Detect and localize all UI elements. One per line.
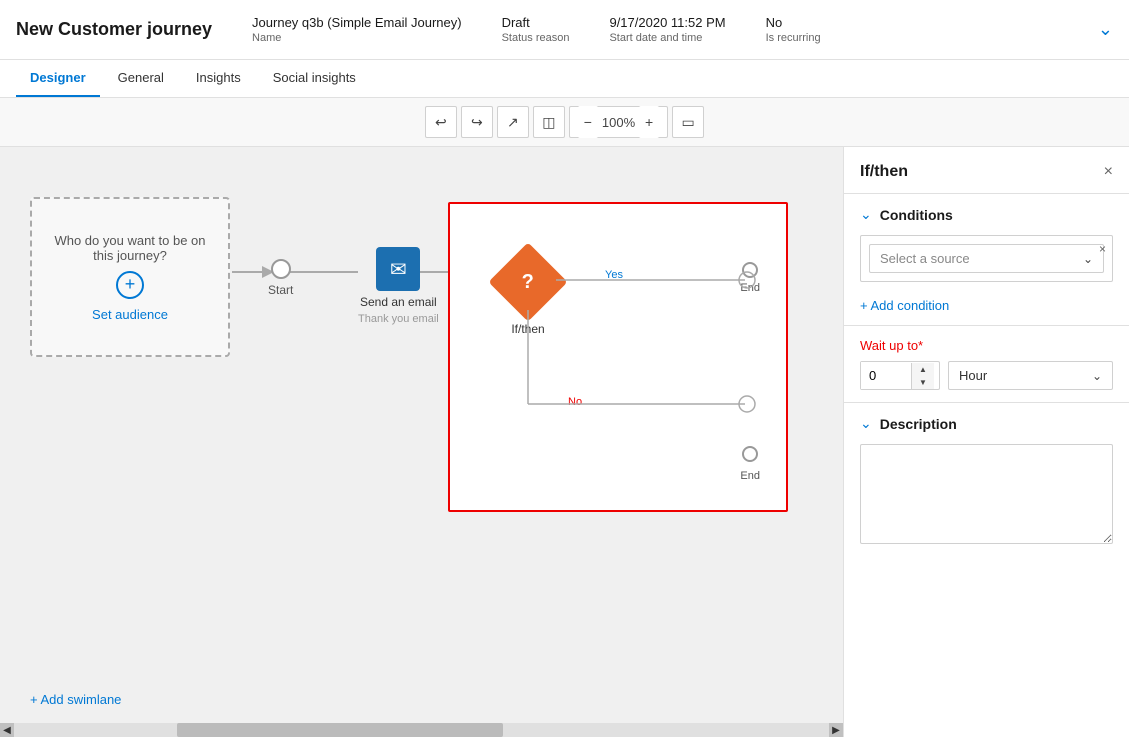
wait-label: Wait up to*: [860, 338, 1113, 353]
start-datetime-label: Start date and time: [609, 32, 725, 44]
ifthen-container[interactable]: Yes End No End ? If/then: [448, 202, 788, 512]
select-source-chevron-icon: ⌄: [1083, 252, 1093, 266]
add-condition-button[interactable]: + Add condition: [860, 298, 949, 313]
wait-unit-chevron-icon: ⌄: [1092, 369, 1102, 383]
undo-button[interactable]: ↩: [425, 106, 457, 138]
condition-card-close-button[interactable]: ×: [1099, 242, 1106, 256]
header-chevron-down-icon[interactable]: ⌄: [1098, 19, 1113, 40]
status-meta: Draft Status reason: [502, 15, 570, 44]
panel-close-button[interactable]: ×: [1104, 163, 1113, 181]
wait-increment-button[interactable]: ▲: [912, 363, 934, 376]
main-area: Who do you want to be on this journey? +…: [0, 147, 1129, 737]
description-section-title: Description: [880, 416, 957, 432]
zoom-control: − 100% +: [569, 106, 668, 138]
wait-number-input[interactable]: [861, 362, 911, 389]
tab-insights[interactable]: Insights: [182, 60, 255, 97]
status-value: Draft: [502, 15, 570, 30]
description-textarea[interactable]: [860, 444, 1113, 544]
journey-canvas[interactable]: Who do you want to be on this journey? +…: [0, 147, 843, 737]
yes-end-label: End: [740, 282, 760, 294]
description-section-header[interactable]: ⌄ Description: [844, 403, 1129, 444]
layout-button[interactable]: ◫: [533, 106, 565, 138]
condition-card: × Select a source ⌄: [860, 235, 1113, 282]
header-meta: Journey q3b (Simple Email Journey) Name …: [252, 15, 1098, 44]
wait-number-input-container: ▲ ▼: [860, 361, 940, 390]
add-condition-container: + Add condition: [844, 294, 1129, 325]
set-audience-link[interactable]: Set audience: [92, 307, 168, 322]
tab-social-insights[interactable]: Social insights: [259, 60, 370, 97]
email-node-label: Send an email: [360, 295, 437, 309]
start-datetime-meta: 9/17/2020 11:52 PM Start date and time: [609, 15, 725, 44]
wait-unit-dropdown[interactable]: Hour ⌄: [948, 361, 1113, 390]
zoom-fit-button[interactable]: ↗: [497, 106, 529, 138]
conditions-section-title: Conditions: [880, 207, 953, 223]
email-node[interactable]: ✉ Send an email Thank you email: [358, 247, 439, 325]
conditions-section-header[interactable]: ⌄ Conditions: [844, 194, 1129, 235]
email-icon[interactable]: ✉: [376, 247, 420, 291]
panel-title: If/then: [860, 163, 908, 181]
recurring-meta: No Is recurring: [766, 15, 821, 44]
diamond-shape[interactable]: ?: [488, 242, 567, 321]
tabs-bar: Designer General Insights Social insight…: [0, 60, 1129, 98]
redo-button[interactable]: ↪: [461, 106, 493, 138]
no-label: No: [568, 396, 582, 408]
conditions-chevron-icon: ⌄: [860, 206, 872, 223]
yes-end-circle: [742, 262, 758, 278]
scrollbar-track: [14, 723, 829, 737]
panel-header: If/then ×: [844, 147, 1129, 194]
ifthen-connectors: [450, 204, 786, 510]
add-swimlane-button[interactable]: + Add swimlane: [30, 692, 121, 707]
wait-unit-value: Hour: [959, 368, 987, 383]
wait-section: Wait up to* ▲ ▼ Hour ⌄: [844, 326, 1129, 403]
yes-label: Yes: [605, 269, 623, 281]
audience-title: Who do you want to be on this journey?: [32, 233, 228, 263]
recurring-value: No: [766, 15, 821, 30]
journey-name-value: Journey q3b (Simple Email Journey): [252, 15, 462, 30]
zoom-out-button[interactable]: −: [578, 106, 598, 138]
diamond-question-mark: ?: [522, 271, 534, 294]
journey-name-meta: Journey q3b (Simple Email Journey) Name: [252, 15, 462, 44]
start-node[interactable]: Start: [268, 259, 293, 297]
description-section: ⌄ Description: [844, 403, 1129, 563]
email-node-sublabel: Thank you email: [358, 313, 439, 325]
audience-add-button[interactable]: +: [116, 271, 144, 299]
fullscreen-button[interactable]: ▭: [672, 106, 704, 138]
wait-spinners: ▲ ▼: [911, 363, 934, 389]
start-circle: [271, 259, 291, 279]
scroll-right-button[interactable]: ▶: [829, 723, 843, 737]
wait-controls: ▲ ▼ Hour ⌄: [860, 361, 1113, 390]
canvas-toolbar: ↩ ↪ ↗ ◫ − 100% + ▭: [0, 98, 1129, 147]
description-chevron-icon: ⌄: [860, 415, 872, 432]
ifthen-label: If/then: [511, 322, 544, 336]
tab-general[interactable]: General: [104, 60, 178, 97]
no-end-circle: [742, 446, 758, 462]
zoom-in-button[interactable]: +: [639, 106, 659, 138]
tab-designer[interactable]: Designer: [16, 60, 100, 97]
scroll-left-button[interactable]: ◀: [0, 723, 14, 737]
journey-name-label: Name: [252, 32, 462, 44]
header-right: ⌄: [1098, 19, 1113, 40]
no-end-label: End: [740, 470, 760, 482]
scrollbar-thumb[interactable]: [177, 723, 503, 737]
ifthen-node[interactable]: ? If/then: [500, 254, 556, 336]
recurring-label: Is recurring: [766, 32, 821, 44]
canvas-scrollbar[interactable]: ◀ ▶: [0, 723, 843, 737]
required-marker: *: [918, 338, 923, 353]
wait-decrement-button[interactable]: ▼: [912, 376, 934, 389]
audience-box[interactable]: Who do you want to be on this journey? +…: [30, 197, 230, 357]
select-source-placeholder: Select a source: [880, 251, 970, 266]
right-panel: If/then × ⌄ Conditions × Select a source…: [843, 147, 1129, 737]
zoom-level: 100%: [602, 115, 635, 130]
status-label: Status reason: [502, 32, 570, 44]
start-label: Start: [268, 283, 293, 297]
page-title: New Customer journey: [16, 19, 212, 40]
start-datetime-value: 9/17/2020 11:52 PM: [609, 15, 725, 30]
select-source-dropdown[interactable]: Select a source ⌄: [869, 244, 1104, 273]
header: New Customer journey Journey q3b (Simple…: [0, 0, 1129, 60]
conditions-section: ⌄ Conditions × Select a source ⌄ + Add c…: [844, 194, 1129, 326]
